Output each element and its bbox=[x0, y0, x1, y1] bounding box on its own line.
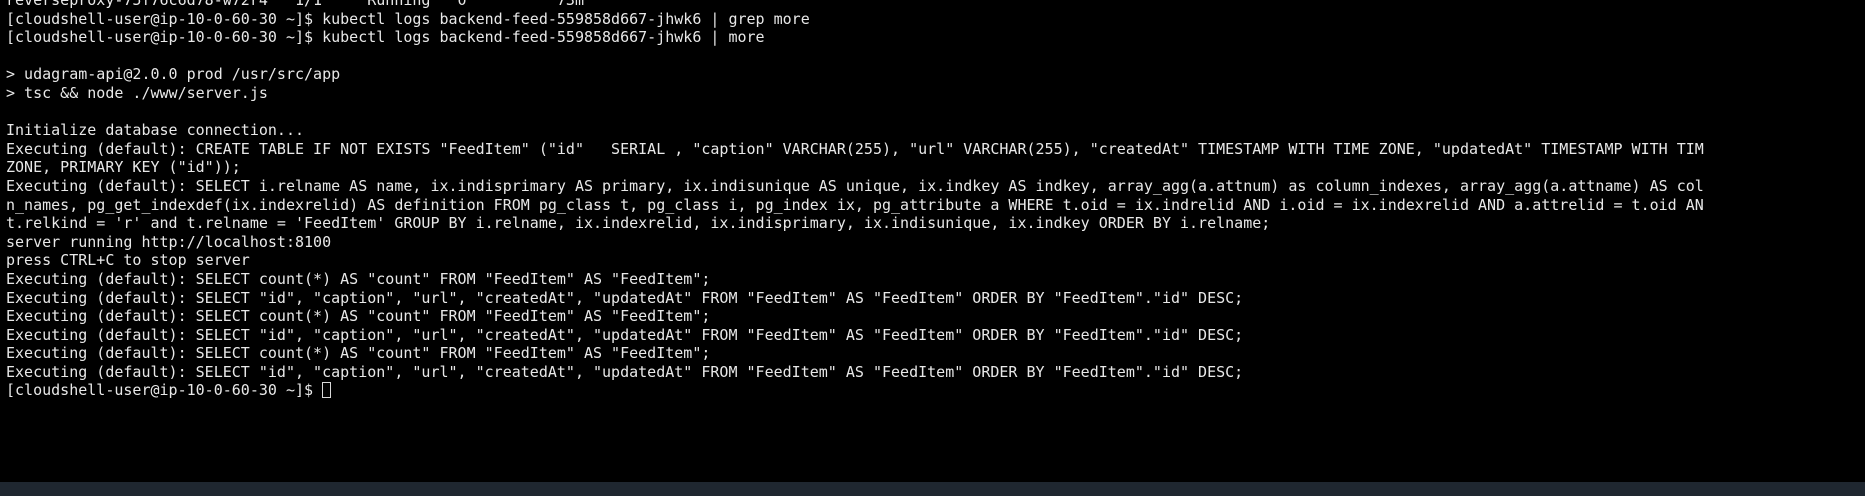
terminal-line: ZONE, PRIMARY KEY ("id")); bbox=[6, 158, 241, 177]
terminal-line: n_names, pg_get_indexdef(ix.indexrelid) … bbox=[6, 195, 1704, 214]
terminal-cursor[interactable] bbox=[322, 382, 332, 399]
terminal-line: [cloudshell-user@ip-10-0-60-30 ~]$ kubec… bbox=[6, 9, 810, 28]
terminal-line: Executing (default): SELECT "id", "capti… bbox=[6, 362, 1244, 381]
terminal-line: Executing (default): SELECT count(*) AS … bbox=[6, 269, 711, 288]
console-footer-bar bbox=[0, 482, 1865, 496]
terminal-line: Executing (default): SELECT "id", "capti… bbox=[6, 288, 1244, 307]
terminal-line: Executing (default): SELECT count(*) AS … bbox=[6, 307, 711, 326]
terminal-line: Executing (default): SELECT "id", "capti… bbox=[6, 325, 1244, 344]
terminal-line: press CTRL+C to stop server bbox=[6, 251, 250, 270]
terminal-window[interactable]: reverseproxy-75f76c6d78-w72r4 1/1 Runnin… bbox=[0, 0, 1865, 482]
terminal-line: Executing (default): CREATE TABLE IF NOT… bbox=[6, 139, 1704, 158]
terminal-line: reverseproxy-75f76c6d78-w72r4 1/1 Runnin… bbox=[6, 0, 584, 9]
terminal-prompt-line[interactable]: [cloudshell-user@ip-10-0-60-30 ~]$ bbox=[6, 381, 1704, 400]
terminal-line: Initialize database connection... bbox=[6, 121, 305, 140]
terminal-line: > tsc && node ./www/server.js bbox=[6, 83, 268, 102]
terminal-line: [cloudshell-user@ip-10-0-60-30 ~]$ kubec… bbox=[6, 28, 765, 47]
terminal-line: t.relkind = 'r' and t.relname = 'FeedIte… bbox=[6, 214, 1271, 233]
terminal-line: Executing (default): SELECT count(*) AS … bbox=[6, 344, 711, 363]
terminal-line: Executing (default): SELECT i.relname AS… bbox=[6, 176, 1704, 195]
terminal-prompt: [cloudshell-user@ip-10-0-60-30 ~]$ bbox=[6, 381, 323, 400]
terminal-line: > udagram-api@2.0.0 prod /usr/src/app bbox=[6, 65, 341, 84]
terminal-output: reverseproxy-75f76c6d78-w72r4 1/1 Runnin… bbox=[6, 0, 1704, 400]
terminal-line: server running http://localhost:8100 bbox=[6, 232, 332, 251]
